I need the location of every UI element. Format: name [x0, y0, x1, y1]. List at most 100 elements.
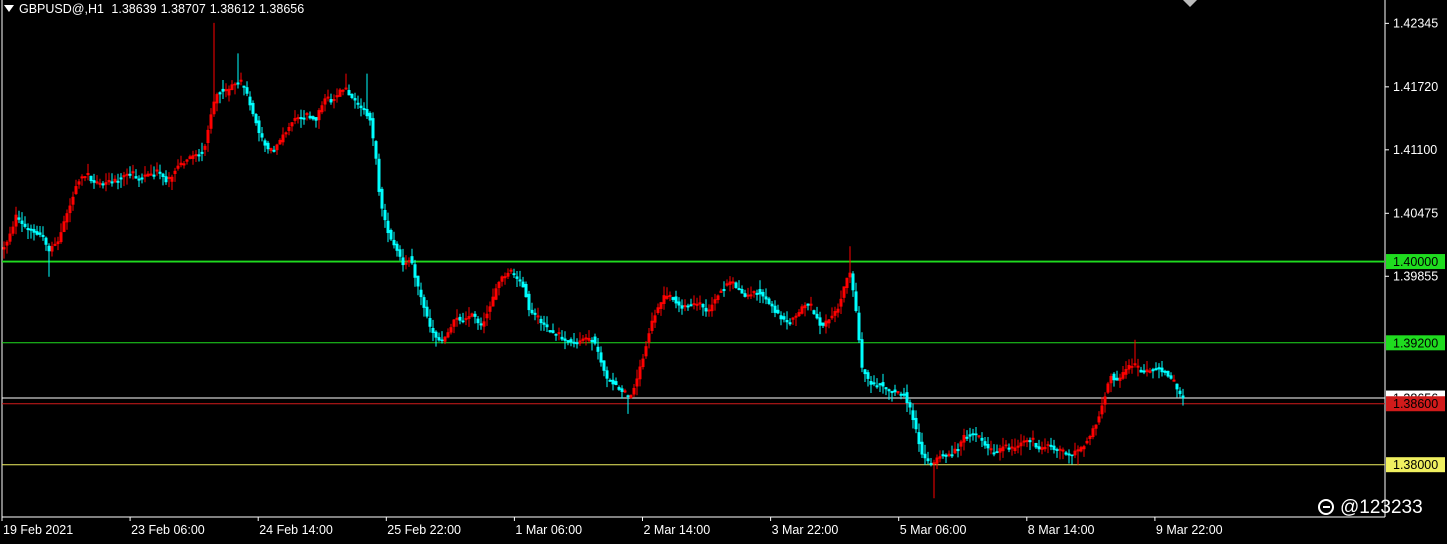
- candle-body: [998, 448, 1002, 453]
- candle: [728, 276, 732, 292]
- candle-body: [281, 134, 285, 143]
- candle: [494, 283, 498, 301]
- candle: [1109, 373, 1113, 393]
- candle-body: [518, 279, 522, 282]
- time-tick-label: 9 Mar 22:00: [1156, 523, 1223, 537]
- candle: [323, 94, 327, 112]
- candle: [497, 280, 501, 296]
- candle: [818, 311, 822, 335]
- candle-body: [983, 441, 987, 446]
- candle-body: [1061, 449, 1065, 452]
- time-axis-labels: 19 Feb 2021 23 Feb 06:00 24 Feb 14:00 25 Fe…: [1, 517, 1223, 537]
- candle: [86, 163, 90, 181]
- candle: [653, 309, 657, 328]
- candle: [923, 444, 927, 465]
- candle-body: [1118, 377, 1122, 381]
- symbol-label: GBPUSD@,H1: [19, 2, 104, 16]
- shift-marker-icon[interactable]: [1183, 0, 1197, 7]
- candle-body: [821, 322, 825, 326]
- candle: [26, 223, 30, 239]
- candle: [920, 432, 924, 458]
- candle-body: [878, 383, 882, 386]
- candle-body: [680, 305, 684, 309]
- candle-body: [1079, 447, 1083, 452]
- candle: [1169, 372, 1173, 380]
- candle: [734, 281, 738, 289]
- candle: [665, 287, 669, 300]
- candle: [287, 122, 291, 136]
- candle: [980, 432, 984, 447]
- candlestick-chart[interactable]: 1.42345 1.41720 1.41100 1.40475 1.39855 19 Fe…: [0, 0, 1447, 544]
- candle-body: [239, 79, 243, 82]
- candle-body: [392, 239, 396, 246]
- candle-body: [1070, 454, 1074, 457]
- candle-body: [20, 220, 24, 224]
- chart-window[interactable]: 1.42345 1.41720 1.41100 1.40475 1.39855 19 Fe…: [0, 0, 1447, 544]
- candle-body: [83, 176, 87, 179]
- candle-body: [170, 176, 174, 182]
- candle: [254, 113, 258, 126]
- candle-body: [365, 108, 369, 117]
- candle: [779, 311, 783, 326]
- candle-body: [1097, 416, 1101, 423]
- dropdown-triangle-icon[interactable]: [4, 5, 14, 12]
- candle-body: [890, 391, 894, 394]
- candle: [2, 241, 6, 259]
- candle-body: [761, 291, 765, 297]
- candle-body: [644, 346, 648, 357]
- candle: [5, 240, 9, 254]
- candle-body: [962, 435, 966, 443]
- candle: [452, 318, 456, 334]
- candle-body: [512, 273, 516, 276]
- candle: [329, 93, 333, 105]
- candle: [881, 373, 885, 394]
- candle-body: [614, 381, 618, 386]
- candle-body: [500, 276, 504, 282]
- candle-body: [404, 262, 408, 265]
- candle-body: [464, 318, 468, 321]
- candle: [944, 453, 948, 463]
- candle-body: [608, 379, 612, 382]
- candle: [854, 282, 858, 313]
- candle: [1172, 374, 1176, 382]
- candle: [1091, 425, 1095, 440]
- candle-body: [728, 281, 732, 285]
- candle: [1040, 441, 1044, 455]
- candle-body: [1169, 375, 1173, 379]
- candle: [647, 328, 651, 349]
- candle-body: [197, 154, 201, 157]
- candle: [278, 138, 282, 145]
- candle-body: [137, 178, 141, 181]
- candle: [122, 171, 126, 187]
- candle-body: [584, 337, 588, 340]
- candle-body: [326, 96, 330, 99]
- candle: [1034, 442, 1038, 450]
- candle: [884, 387, 888, 396]
- candle-body: [623, 390, 627, 393]
- candle-body: [803, 305, 807, 309]
- candle: [395, 241, 399, 257]
- candle-body: [932, 462, 936, 465]
- candle-body: [1094, 424, 1098, 429]
- candle: [998, 444, 1002, 461]
- candle: [1097, 411, 1101, 425]
- candle: [836, 303, 840, 318]
- candle-body: [530, 309, 534, 314]
- candle-body: [290, 122, 294, 127]
- candle: [1004, 440, 1008, 449]
- candle: [158, 164, 162, 180]
- candle: [908, 399, 912, 415]
- candle: [374, 140, 378, 165]
- candle: [1157, 363, 1161, 379]
- candle-body: [1136, 365, 1140, 368]
- candle: [911, 403, 915, 429]
- candle-body: [128, 173, 132, 176]
- candle-body: [437, 337, 441, 341]
- candle-body: [743, 293, 747, 297]
- price-tick-label: 1.42345: [1393, 16, 1438, 30]
- time-tick-label: 3 Mar 22:00: [772, 523, 839, 537]
- candle-body: [833, 311, 837, 316]
- level-price-label: 1.38600: [1393, 397, 1438, 411]
- candle: [74, 179, 78, 195]
- candle: [935, 454, 939, 470]
